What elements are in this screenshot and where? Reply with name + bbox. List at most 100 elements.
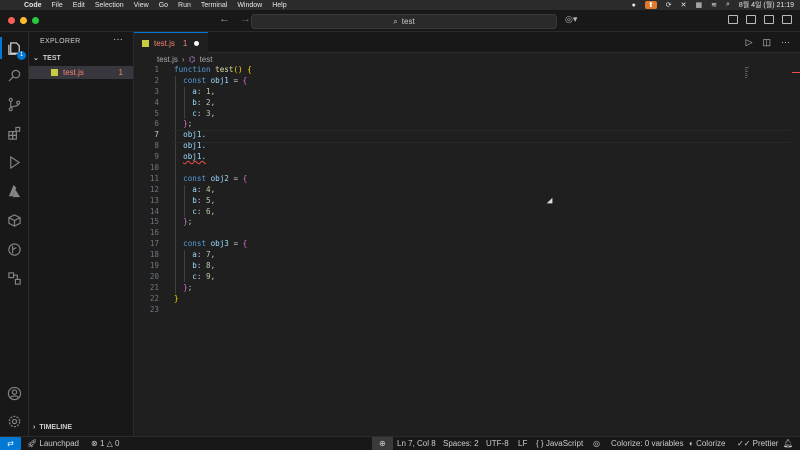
folder-header-test[interactable]: ⌄ TEST: [33, 54, 61, 63]
copilot-status-icon[interactable]: ◎: [593, 437, 600, 450]
error-scroll-marker: [792, 72, 800, 73]
file-name: test.js: [63, 68, 84, 77]
copilot-icon[interactable]: ◎▾: [565, 14, 577, 25]
zoom-icon[interactable]: ⊕: [372, 437, 393, 450]
notifications-bell-icon[interactable]: 🔔︎: [783, 437, 793, 450]
code-line: 21 };: [149, 282, 193, 292]
run-file-icon[interactable]: ▷: [746, 37, 753, 48]
timeline-label: TIMELINE: [39, 424, 73, 431]
recording-badge-icon[interactable]: ⬆: [644, 1, 657, 9]
prettier-status[interactable]: ✓✓ Prettier: [737, 437, 778, 450]
encoding-status[interactable]: UTF-8: [486, 437, 509, 450]
sync-icon[interactable]: ⟳: [666, 1, 672, 9]
settings-gear-icon[interactable]: [6, 413, 23, 430]
command-center-search[interactable]: ⌕ test: [251, 14, 557, 29]
warning-icon: △: [106, 439, 113, 448]
indentation-status[interactable]: Spaces: 2: [443, 437, 479, 450]
grid-icon[interactable]: ▦: [695, 1, 702, 9]
toggle-secondary-sidebar-icon[interactable]: [764, 15, 774, 24]
code-line: 19 b: 8,: [149, 261, 216, 271]
command-center-text: test: [401, 17, 415, 26]
run-debug-icon[interactable]: [6, 154, 23, 171]
editor-area: test.js 1 ▷ ◫ ··· test.js › ⌬ test 1 func…: [134, 32, 800, 436]
cursor-position[interactable]: Ln 7, Col 8: [397, 437, 436, 450]
tab-test-js[interactable]: test.js 1: [134, 32, 208, 53]
search-icon[interactable]: ⌕: [726, 1, 730, 9]
zoom-window-button[interactable]: [32, 17, 39, 24]
launchpad-status[interactable]: 🚀︎ Launchpad: [27, 437, 79, 450]
language-mode[interactable]: { } JavaScript: [536, 437, 583, 450]
chevron-down-icon: ⌄: [33, 55, 39, 62]
containers-icon[interactable]: [6, 212, 23, 229]
split-editor-icon[interactable]: ◫: [762, 37, 771, 48]
status-bar: ⇄ 🚀︎ Launchpad ⊗ 1 △ 0 ⊕ Ln 7, Col 8 Spa…: [0, 436, 800, 450]
chevron-right-icon: ›: [181, 55, 185, 64]
close-window-button[interactable]: [8, 17, 15, 24]
wifi-icon[interactable]: ≋: [711, 1, 717, 9]
menu-help[interactable]: Help: [272, 2, 286, 9]
colorize-status[interactable]: ◐ Colorize: [689, 437, 725, 450]
menu-selection[interactable]: Selection: [95, 2, 124, 9]
code-line: 16: [149, 228, 159, 238]
unsaved-dot-icon[interactable]: [194, 40, 200, 46]
forward-arrow-icon[interactable]: →: [240, 13, 251, 25]
code-line: 2 const obj1 = {: [154, 75, 248, 85]
menu-terminal[interactable]: Terminal: [201, 2, 227, 9]
menu-run[interactable]: Run: [178, 2, 191, 9]
account-icon[interactable]: [6, 385, 23, 402]
more-actions-icon[interactable]: ···: [781, 37, 790, 48]
minimap[interactable]: [742, 65, 792, 105]
timeline-section-header[interactable]: › TIMELINE: [33, 424, 72, 431]
code-line: 18 a: 7,: [149, 250, 216, 260]
menubar-status-area: ● ⬆ ⟳ ✕ ▦ ≋ ⌕ 8월 4일 (월) 21:19: [632, 0, 794, 10]
customize-layout-icon[interactable]: [782, 15, 792, 24]
menu-view[interactable]: View: [134, 2, 149, 9]
code-line: 3 a: 1,: [154, 86, 216, 96]
extensions-icon[interactable]: [6, 125, 23, 142]
code-line: 5 c: 3,: [154, 108, 216, 118]
menu-go[interactable]: Go: [159, 2, 168, 9]
breadcrumb-symbol[interactable]: test: [200, 55, 213, 64]
explorer-icon[interactable]: 1: [0, 37, 26, 60]
remote-indicator-icon[interactable]: ⇄: [0, 437, 21, 450]
breadcrumb-file[interactable]: test.js: [157, 55, 178, 64]
menu-file[interactable]: File: [52, 2, 63, 9]
menu-edit[interactable]: Edit: [73, 2, 85, 9]
colorize-variables-status[interactable]: Colorize: 0 variables: [611, 437, 683, 450]
explorer-sidebar: EXPLORER ··· ⌄ TEST test.js 1 › TIMELINE: [29, 32, 134, 436]
menu-window[interactable]: Window: [237, 2, 262, 9]
problems-status[interactable]: ⊗ 1 △ 0: [91, 437, 119, 450]
back-arrow-icon[interactable]: ←: [219, 13, 230, 25]
editor-actions: ▷ ◫ ···: [746, 37, 790, 48]
menubar-clock[interactable]: 8월 4일 (월) 21:19: [739, 0, 794, 10]
code-line: 10: [149, 163, 159, 173]
minimize-window-button[interactable]: [20, 17, 27, 24]
remote-explorer-icon[interactable]: [6, 270, 23, 287]
editor-tab-bar: test.js 1 ▷ ◫ ···: [134, 32, 800, 53]
nav-arrows: ← →: [219, 13, 251, 25]
azure-icon[interactable]: [6, 183, 23, 200]
code-editor[interactable]: 1 function test() { 2 const obj1 = { 3 a:…: [134, 65, 791, 315]
code-line: 20 c: 9,: [149, 271, 216, 281]
source-control-icon[interactable]: [6, 96, 23, 113]
window-titlebar: ← → ⌕ test ◎▾: [0, 10, 800, 32]
menu-code[interactable]: Code: [24, 2, 42, 9]
code-line: 15 };: [149, 217, 193, 227]
search-icon[interactable]: [6, 67, 23, 84]
braces-icon: { }: [536, 439, 544, 448]
record-icon[interactable]: ●: [632, 2, 636, 9]
eol-status[interactable]: LF: [518, 437, 527, 450]
explorer-badge: 1: [17, 51, 26, 60]
tools-icon[interactable]: ✕: [681, 1, 687, 9]
code-line: 6 };: [154, 119, 193, 129]
breadcrumb: test.js › ⌬ test: [157, 54, 212, 65]
file-item-test-js[interactable]: test.js 1: [29, 66, 133, 79]
more-actions-icon[interactable]: ···: [113, 34, 123, 45]
folder-name: TEST: [42, 54, 61, 62]
double-check-icon: ✓✓: [737, 439, 751, 448]
git-graph-icon[interactable]: [6, 241, 23, 258]
toggle-panel-icon[interactable]: [746, 15, 756, 24]
toggle-primary-sidebar-icon[interactable]: [728, 15, 738, 24]
code-line: 4 b: 2,: [154, 97, 216, 107]
activity-bar: 1: [0, 32, 29, 436]
